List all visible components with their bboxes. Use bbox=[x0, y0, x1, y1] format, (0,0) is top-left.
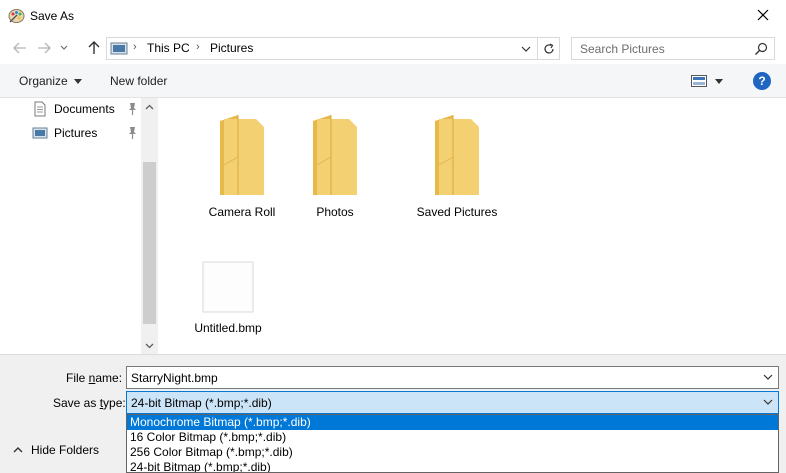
caret-down-icon bbox=[74, 79, 83, 85]
chevron-up-icon bbox=[145, 104, 154, 109]
breadcrumb-separator: › bbox=[133, 41, 137, 53]
chevron-down-icon bbox=[763, 374, 773, 380]
view-icon bbox=[691, 75, 707, 87]
caret-down-icon bbox=[715, 78, 723, 84]
address-bar[interactable]: › This PC › Pictures bbox=[106, 37, 560, 60]
breadcrumb-separator: › bbox=[196, 41, 200, 53]
item-label: Photos bbox=[316, 205, 354, 219]
refresh-button[interactable] bbox=[537, 38, 559, 59]
back-button[interactable] bbox=[10, 38, 30, 58]
change-view-button[interactable] bbox=[691, 73, 729, 89]
file-name-value: StarryNight.bmp bbox=[131, 371, 218, 385]
folder-item-photos[interactable]: Photos bbox=[280, 102, 390, 222]
type-option-16-color[interactable]: 16 Color Bitmap (*.bmp;*.dib) bbox=[127, 430, 778, 445]
scroll-up-button[interactable] bbox=[141, 98, 158, 115]
save-as-type-select[interactable]: 24-bit Bitmap (*.bmp;*.dib) bbox=[126, 391, 779, 414]
nav-item-label: Pictures bbox=[54, 126, 98, 140]
item-label: Untitled.bmp bbox=[194, 321, 262, 335]
pin-icon[interactable] bbox=[126, 126, 138, 140]
label-text: Save as bbox=[53, 396, 100, 410]
recent-locations-button[interactable] bbox=[57, 38, 71, 58]
file-thumbnail bbox=[173, 218, 283, 318]
save-as-type-options: Monochrome Bitmap (*.bmp;*.dib) 16 Color… bbox=[126, 414, 779, 473]
nav-item-label: Documents bbox=[54, 102, 115, 116]
navigation-pane: Documents Pictures bbox=[0, 98, 158, 354]
command-bar: Organize New folder ? bbox=[0, 64, 786, 98]
organize-button[interactable]: Organize bbox=[19, 74, 83, 88]
save-as-type-value: 24-bit Bitmap (*.bmp;*.dib) bbox=[131, 396, 272, 410]
breadcrumb-pictures[interactable]: Pictures bbox=[210, 41, 253, 55]
save-as-type-dropdown-button[interactable] bbox=[761, 395, 775, 409]
folder-icon bbox=[220, 115, 264, 195]
navigation-pane-scrollbar[interactable] bbox=[141, 98, 158, 354]
folder-thumbnail bbox=[402, 102, 512, 202]
hide-folders-button[interactable]: Hide Folders bbox=[12, 441, 112, 459]
forward-button[interactable] bbox=[34, 38, 54, 58]
refresh-icon bbox=[543, 42, 554, 54]
breadcrumb-this-pc[interactable]: This PC bbox=[147, 41, 190, 55]
search-input[interactable]: Search Pictures bbox=[571, 37, 775, 60]
label-text: File bbox=[66, 371, 89, 385]
folder-icon bbox=[313, 115, 357, 195]
pin-icon[interactable] bbox=[126, 102, 138, 116]
item-label: Saved Pictures bbox=[416, 205, 498, 219]
pictures-folder-icon bbox=[110, 42, 128, 55]
hide-folders-label: Hide Folders bbox=[31, 443, 100, 457]
folder-item-saved-pictures[interactable]: Saved Pictures bbox=[402, 102, 512, 222]
folder-icon bbox=[435, 115, 479, 195]
label-text: ame: bbox=[95, 371, 123, 385]
arrow-right-icon bbox=[38, 42, 51, 54]
search-placeholder: Search Pictures bbox=[580, 42, 665, 56]
new-folder-button[interactable]: New folder bbox=[110, 74, 167, 88]
file-name-label: File name: bbox=[66, 371, 122, 385]
chevron-down-icon bbox=[145, 343, 154, 348]
chevron-up-icon bbox=[13, 447, 23, 453]
bitmap-file-icon bbox=[202, 261, 254, 313]
file-list: Camera Roll Photos Saved Pictures Untitl… bbox=[158, 98, 786, 354]
file-name-field[interactable]: StarryNight.bmp bbox=[126, 366, 779, 389]
arrow-up-icon bbox=[88, 41, 100, 54]
file-name-dropdown-button[interactable] bbox=[761, 370, 775, 384]
close-button[interactable] bbox=[740, 0, 786, 30]
save-as-type-label: Save as type: bbox=[53, 396, 126, 410]
nav-item-documents[interactable]: Documents bbox=[32, 99, 142, 119]
address-history-button[interactable] bbox=[517, 38, 535, 59]
search-icon bbox=[755, 42, 768, 55]
chevron-down-icon bbox=[60, 45, 68, 50]
paint-icon bbox=[8, 9, 25, 23]
type-option-monochrome[interactable]: Monochrome Bitmap (*.bmp;*.dib) bbox=[127, 415, 778, 430]
scroll-thumb[interactable] bbox=[143, 162, 156, 324]
type-option-24-bit[interactable]: 24-bit Bitmap (*.bmp;*.dib) bbox=[127, 460, 778, 472]
window-title: Save As bbox=[30, 9, 75, 23]
file-item-untitled-bmp[interactable]: Untitled.bmp bbox=[173, 218, 283, 338]
close-icon bbox=[757, 9, 769, 21]
arrow-left-icon bbox=[13, 42, 26, 54]
nav-item-pictures[interactable]: Pictures bbox=[32, 123, 142, 143]
type-option-256-color[interactable]: 256 Color Bitmap (*.bmp;*.dib) bbox=[127, 445, 778, 460]
up-button[interactable] bbox=[84, 38, 104, 58]
documents-icon bbox=[34, 101, 46, 117]
chevron-down-icon bbox=[763, 399, 773, 405]
chevron-down-icon bbox=[521, 46, 531, 52]
organize-label: Organize bbox=[19, 74, 68, 88]
scroll-down-button[interactable] bbox=[141, 337, 158, 354]
pictures-icon bbox=[32, 127, 48, 139]
help-button[interactable]: ? bbox=[753, 72, 771, 90]
folder-thumbnail bbox=[280, 102, 390, 202]
label-text: ype: bbox=[103, 396, 126, 410]
title-bar: Save As bbox=[0, 0, 786, 32]
